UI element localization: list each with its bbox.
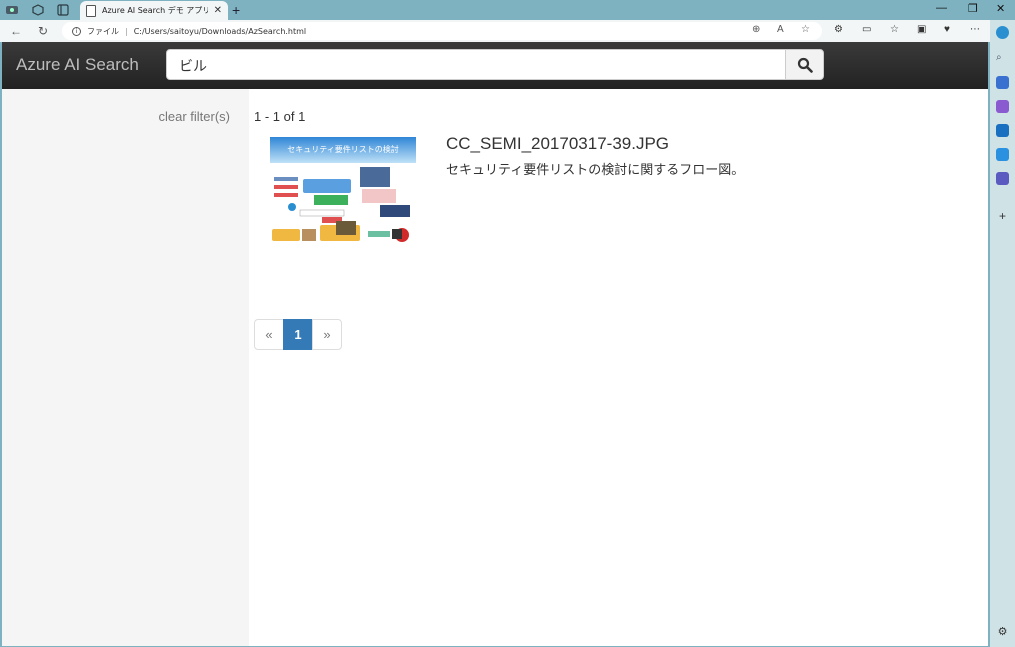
sidebar-settings-icon[interactable]: ⚙ (996, 626, 1009, 639)
extensions-icon[interactable]: ⚙ (834, 24, 843, 35)
browser-tab-active[interactable]: Azure AI Search デモ アプリ ✕ (80, 1, 228, 20)
clear-filters-link[interactable]: clear filter(s) (158, 109, 230, 124)
result-description: セキュリティ要件リストの検討に関するフロー図。 (446, 163, 745, 178)
address-scheme-label: ファイル (87, 26, 119, 36)
pagination: « 1 » (254, 319, 342, 350)
favorite-star-icon[interactable]: ☆ (801, 24, 810, 35)
drop-icon[interactable] (996, 148, 1009, 161)
browser-side-panel: ⌕ + ⚙ (990, 20, 1015, 647)
close-tab-icon[interactable]: ✕ (214, 5, 222, 16)
back-icon[interactable]: ← (8, 23, 24, 39)
more-options-icon[interactable]: ⋯ (970, 24, 980, 35)
browser-tab-strip: Azure AI Search デモ アプリ ✕ + — ❐ ✕ (0, 0, 1015, 20)
address-bar[interactable]: i ファイル | C:/Users/saitoyu/Downloads/AzSe… (62, 22, 822, 40)
address-separator: | (125, 26, 128, 36)
new-tab-icon[interactable]: + (232, 2, 240, 18)
refresh-icon[interactable]: ↻ (35, 23, 51, 39)
pager-prev-button[interactable]: « (254, 319, 284, 350)
minimize-icon[interactable]: — (936, 2, 947, 14)
shopping-icon[interactable] (996, 76, 1009, 89)
favorites-icon[interactable]: ☆ (890, 24, 899, 35)
pager-page-1[interactable]: 1 (283, 319, 313, 350)
search-button[interactable] (785, 49, 824, 80)
app-header: Azure AI Search ビル (2, 42, 988, 89)
outlook-icon[interactable] (996, 124, 1009, 137)
read-aloud-icon[interactable]: A (777, 24, 784, 35)
pager-next-button[interactable]: » (312, 319, 342, 350)
close-window-icon[interactable]: ✕ (996, 2, 1005, 15)
page-file-icon (86, 4, 96, 17)
filter-sidebar: clear filter(s) (2, 89, 249, 646)
result-thumbnail[interactable]: セキュリティ要件リストの検討 (270, 137, 416, 245)
sidebar-search-icon[interactable]: ⌕ (996, 52, 1009, 65)
add-sidebar-app-icon[interactable]: + (996, 210, 1009, 223)
copilot-icon[interactable] (996, 26, 1009, 39)
web-page: Azure AI Search ビル clear filter(s) 1 - 1… (2, 42, 988, 646)
split-screen-icon[interactable]: ▭ (862, 24, 871, 35)
result-title[interactable]: CC_SEMI_20170317-39.JPG (446, 134, 669, 154)
browser-nav-bar: ← ↻ i ファイル | C:/Users/saitoyu/Downloads/… (0, 20, 990, 42)
thumbnail-caption: セキュリティ要件リストの検討 (287, 144, 399, 154)
restore-icon[interactable]: ❐ (968, 2, 978, 15)
profile-icon[interactable] (4, 2, 20, 18)
browser-essentials-icon[interactable]: ♥ (944, 24, 950, 35)
address-url: C:/Users/saitoyu/Downloads/AzSearch.html (133, 26, 307, 36)
search-icon (797, 57, 813, 73)
teams-icon[interactable] (996, 172, 1009, 185)
app-brand[interactable]: Azure AI Search (16, 55, 139, 75)
collections-icon[interactable]: ▣ (917, 24, 926, 35)
tools-icon[interactable] (996, 100, 1009, 113)
result-count: 1 - 1 of 1 (254, 109, 306, 124)
site-info-icon[interactable]: i (72, 26, 81, 36)
search-input[interactable]: ビル (166, 49, 786, 80)
tab-actions-icon[interactable] (55, 2, 71, 18)
tab-title: Azure AI Search デモ アプリ (102, 6, 208, 15)
workspaces-icon[interactable] (30, 2, 46, 18)
zoom-icon[interactable]: ⊕ (752, 24, 760, 35)
